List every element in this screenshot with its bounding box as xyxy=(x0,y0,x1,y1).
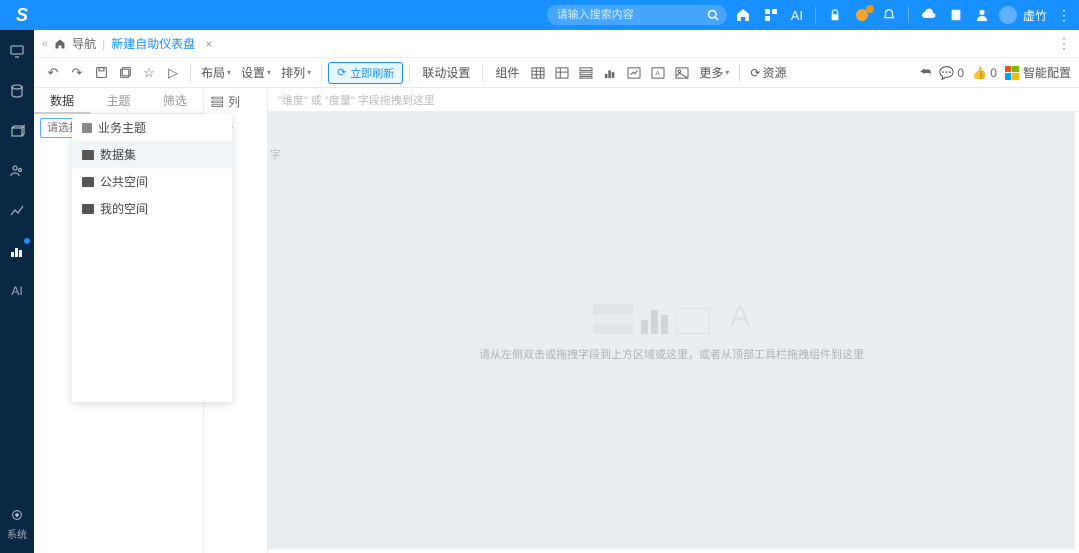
tab-filter[interactable]: 筛选 xyxy=(147,88,203,114)
crumb-current[interactable]: 新建自助仪表盘 xyxy=(111,35,195,52)
logo[interactable]: S xyxy=(8,1,36,29)
nav-monitor-icon[interactable] xyxy=(4,38,30,64)
user-area[interactable]: 虚竹 xyxy=(999,6,1047,24)
more-icon[interactable]: ⋮ xyxy=(1057,7,1071,24)
lock-icon[interactable] xyxy=(828,8,842,22)
component-button[interactable]: 组件 xyxy=(489,64,525,81)
palette-icon[interactable] xyxy=(763,7,779,23)
toolbar: ↶ ↷ ☆ ▷ 布局▾ 设置▾ 排列▾ ⟳立即刷新 联动设置 组件 A 更多▾ xyxy=(34,58,1079,88)
dataset-tree-popup: 业务主题 数据集 公共空间 我的空间 xyxy=(72,114,232,402)
nav-system[interactable]: 系统 xyxy=(7,508,27,541)
nav-cube-icon[interactable] xyxy=(4,118,30,144)
widget-bar-chart-icon[interactable] xyxy=(599,62,621,84)
canvas-wrapper: "维度" 或 "度量" 字段拖拽到这里 A 请从左侧双击或拖拽字段到上方区域或这… xyxy=(268,88,1079,553)
nav-ai-icon[interactable]: AI xyxy=(4,278,30,304)
widget-text-icon[interactable]: A xyxy=(647,62,669,84)
alert-icon[interactable] xyxy=(854,7,870,23)
canvas[interactable]: A 请从左侧双击或拖拽字段到上方区域或这里，或者从顶部工具栏拖拽组件到这里 xyxy=(268,112,1075,549)
resource-button[interactable]: ⟳资源 xyxy=(746,62,790,84)
breadcrumb: « 导航 | 新建自助仪表盘 × ⋮ xyxy=(34,30,1079,58)
like-count[interactable]: 👍 0 xyxy=(972,66,997,80)
home-icon[interactable] xyxy=(54,38,66,50)
home-icon[interactable] xyxy=(735,7,751,23)
node-icon xyxy=(82,123,92,133)
link-settings-button[interactable]: 联动设置 xyxy=(416,64,476,81)
leftnav: AI 系统 xyxy=(0,30,34,553)
placeholder-icons: A xyxy=(479,300,864,334)
crumb-more-icon[interactable]: ⋮ xyxy=(1057,35,1071,52)
topbar: S AI 虚竹 ⋮ xyxy=(0,0,1079,30)
search-icon[interactable] xyxy=(707,9,719,21)
cloud-icon[interactable] xyxy=(921,8,937,22)
nav-db-icon[interactable] xyxy=(4,78,30,104)
arrange-dropdown[interactable]: 排列▾ xyxy=(277,62,315,84)
tab-data[interactable]: 数据 xyxy=(34,88,90,114)
widget-image-icon[interactable] xyxy=(671,62,693,84)
avatar xyxy=(999,6,1017,24)
user-icon[interactable] xyxy=(975,8,989,22)
canvas-hint: 请从左侧双击或拖拽字段到上方区域或这里，或者从顶部工具栏拖拽组件到这里 xyxy=(479,346,864,362)
nav-people-icon[interactable] xyxy=(4,158,30,184)
smart-config-button[interactable]: 智能配置 xyxy=(1005,64,1071,81)
tree-public-space[interactable]: 公共空间 xyxy=(72,168,232,195)
layout-dropdown[interactable]: 布局▾ xyxy=(197,62,235,84)
play-icon[interactable]: ▷ xyxy=(162,62,184,84)
star-icon[interactable]: ☆ xyxy=(138,62,160,84)
toolbar-share-icon[interactable]: ⮪ xyxy=(920,65,931,80)
nav-line-chart-icon[interactable] xyxy=(4,198,30,224)
crumb-nav[interactable]: 导航 xyxy=(72,35,96,52)
save-icon[interactable] xyxy=(90,62,112,84)
widget-kpi-icon[interactable] xyxy=(623,62,645,84)
more-dropdown[interactable]: 更多▾ xyxy=(695,62,733,84)
share-icon[interactable] xyxy=(949,8,963,22)
global-search-input[interactable] xyxy=(547,5,727,25)
bell-icon[interactable] xyxy=(882,8,896,22)
username: 虚竹 xyxy=(1023,7,1047,24)
tree-dataset[interactable]: 数据集 xyxy=(72,141,232,168)
widget-table-icon[interactable] xyxy=(527,62,549,84)
left-panel-tabs: 数据 主题 筛选 xyxy=(34,88,203,114)
tree-business-topic[interactable]: 业务主题 xyxy=(72,114,232,141)
folder-icon xyxy=(82,177,94,187)
refresh-button[interactable]: ⟳立即刷新 xyxy=(328,62,403,84)
drop-hint-bar[interactable]: "维度" 或 "度量" 字段拖拽到这里 xyxy=(268,88,1079,112)
settings-dropdown[interactable]: 设置▾ xyxy=(237,62,275,84)
folder-icon xyxy=(82,204,94,214)
nav-bar-chart-icon[interactable] xyxy=(4,238,30,264)
redo-icon[interactable]: ↷ xyxy=(66,62,88,84)
tab-theme[interactable]: 主题 xyxy=(90,88,146,114)
widget-crosstab-icon[interactable] xyxy=(551,62,573,84)
save-as-icon[interactable] xyxy=(114,62,136,84)
widget-list-icon[interactable] xyxy=(575,62,597,84)
ai-icon[interactable]: AI xyxy=(791,8,803,23)
undo-icon[interactable]: ↶ xyxy=(42,62,64,84)
side-tag: 字 xyxy=(270,146,281,162)
config-col[interactable]: ⫿⫿⫿ 列 xyxy=(204,88,267,115)
tab-close-icon[interactable]: × xyxy=(205,37,212,51)
tree-my-space[interactable]: 我的空间 xyxy=(72,195,232,222)
comment-count[interactable]: 💬 0 xyxy=(939,66,964,80)
topbar-icons: AI xyxy=(735,7,989,23)
svg-text:A: A xyxy=(656,70,661,77)
folder-icon xyxy=(82,150,94,160)
